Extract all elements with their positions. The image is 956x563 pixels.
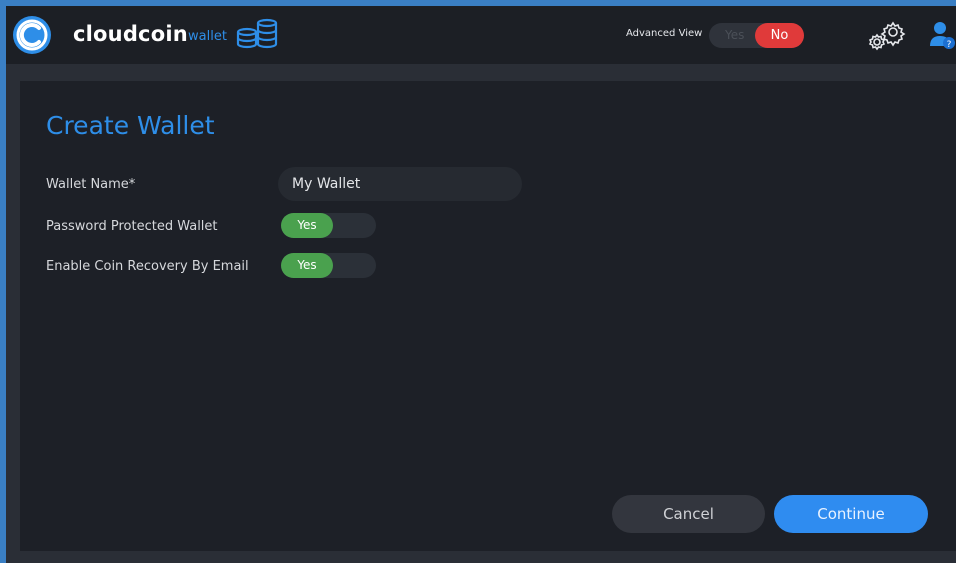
continue-button[interactable]: Continue (774, 495, 928, 533)
settings-gears-icon[interactable] (863, 20, 909, 52)
advanced-view-toggle[interactable]: Yes No (709, 23, 804, 48)
advanced-view-label: Advanced View (626, 28, 703, 39)
brand-name: cloudcoin (73, 22, 188, 46)
wallet-name-input[interactable] (278, 167, 522, 201)
password-protected-yes[interactable]: Yes (281, 213, 333, 238)
cancel-button[interactable]: Cancel (612, 495, 765, 533)
coin-recovery-yes[interactable]: Yes (281, 253, 333, 278)
top-bar: cloudcoin wallet Advanced View Yes No ? (6, 6, 956, 64)
cloudcoin-logo-icon (13, 16, 51, 54)
page-title: Create Wallet (46, 111, 215, 140)
user-help-icon[interactable]: ? (930, 20, 956, 50)
coin-recovery-toggle[interactable]: Yes (281, 253, 376, 278)
app-window: cloudcoin wallet Advanced View Yes No ? … (6, 6, 956, 563)
svg-text:?: ? (947, 40, 952, 50)
advanced-view-no-option[interactable]: No (755, 23, 804, 48)
advanced-view-yes-option[interactable]: Yes (725, 28, 744, 42)
wallet-name-label: Wallet Name* (46, 177, 136, 192)
coins-stack-icon (236, 18, 278, 49)
create-wallet-panel: Create Wallet Wallet Name* Password Prot… (20, 81, 956, 551)
password-protected-label: Password Protected Wallet (46, 219, 218, 234)
password-protected-toggle[interactable]: Yes (281, 213, 376, 238)
brand-subtitle: wallet (188, 29, 227, 44)
coin-recovery-label: Enable Coin Recovery By Email (46, 259, 249, 274)
